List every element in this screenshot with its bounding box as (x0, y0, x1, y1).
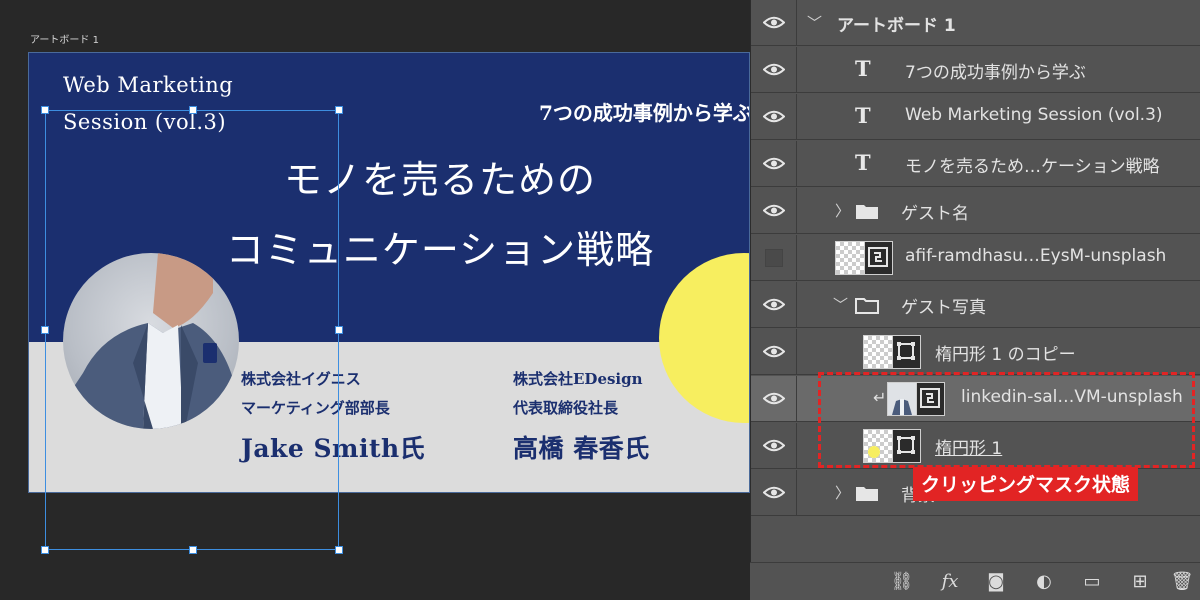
layer-thumbnail (863, 335, 921, 369)
clipping-mask-highlight (818, 372, 1195, 468)
new-group-icon[interactable]: ▭ (1080, 571, 1104, 593)
layers-panel: ﹀ アートボード 1 T 7つの成功事例から学ぶ T Web Marketing… (750, 0, 1200, 600)
visibility-toggle[interactable] (751, 329, 797, 375)
shape-layer-icon (892, 336, 920, 368)
chevron-down-icon[interactable]: ﹀ (833, 294, 848, 315)
eye-icon (763, 157, 785, 170)
layer-row-artboard[interactable]: ﹀ アートボード 1 (751, 0, 1200, 46)
visibility-toggle[interactable] (751, 141, 797, 187)
visibility-toggle[interactable] (751, 282, 797, 328)
layer-row-group-guest-name[interactable]: 〉 ゲスト名 (751, 188, 1200, 234)
layer-name: afif-ramdhasu…EysM-unsplash (905, 246, 1167, 266)
clipping-mask-label: クリッピングマスク状態 (913, 467, 1139, 501)
layer-row-text-tagline[interactable]: T 7つの成功事例から学ぶ (751, 47, 1200, 93)
artboard-label: アートボード 1 (30, 35, 99, 46)
trash-icon[interactable]: 🗑 (1170, 571, 1194, 593)
visibility-toggle[interactable] (751, 423, 797, 469)
guest-2-name: 高橋 春香氏 (513, 434, 650, 463)
layer-name: 楕円形 1 のコピー (935, 345, 1076, 365)
transform-handle-bottom-right[interactable] (335, 546, 343, 554)
visibility-off-box (765, 249, 783, 267)
layer-row-group-guest-photo[interactable]: ﹀ ゲスト写真 (751, 282, 1200, 328)
layer-thumbnail (835, 241, 893, 275)
layer-name: ゲスト写真 (901, 298, 986, 318)
visibility-toggle[interactable] (751, 470, 797, 516)
visibility-toggle[interactable] (751, 94, 797, 140)
guest-2-info: 株式会社EDesign 代表取締役社長 高橋 春香氏 (513, 365, 650, 465)
layer-row-ellipse-copy[interactable]: 楕円形 1 のコピー (751, 329, 1200, 375)
transform-handle-top-center[interactable] (189, 106, 197, 114)
layer-row-photo-afif[interactable]: afif-ramdhasu…EysM-unsplash (751, 235, 1200, 281)
smart-object-icon (864, 242, 892, 274)
layer-name: 7つの成功事例から学ぶ (905, 63, 1086, 83)
transform-handle-bottom-left[interactable] (41, 546, 49, 554)
visibility-toggle[interactable] (751, 376, 797, 422)
layer-row-text-main-title[interactable]: T モノを売るため…ケーション戦略 (751, 141, 1200, 187)
eye-icon (763, 204, 785, 217)
layer-name: Web Marketing Session (vol.3) (905, 105, 1163, 125)
transform-handle-middle-right[interactable] (335, 326, 343, 334)
transform-handle-bottom-center[interactable] (189, 546, 197, 554)
layer-name: モノを売るため…ケーション戦略 (905, 157, 1160, 177)
layer-name: ゲスト名 (901, 204, 969, 224)
text-layer-icon: T (855, 56, 871, 81)
folder-icon (856, 205, 878, 219)
eye-icon (763, 392, 785, 405)
eye-icon (763, 298, 785, 311)
new-layer-icon[interactable]: ⊞ (1128, 571, 1152, 593)
folder-icon (856, 487, 878, 501)
eye-icon (763, 439, 785, 452)
layer-row-text-series[interactable]: T Web Marketing Session (vol.3) (751, 94, 1200, 140)
eye-icon (763, 63, 785, 76)
chevron-right-icon[interactable]: 〉 (835, 482, 850, 503)
text-layer-icon: T (855, 150, 871, 175)
text-layer-icon: T (855, 103, 871, 128)
chevron-down-icon[interactable]: ﹀ (807, 12, 822, 33)
layers-panel-footer: ⛓ fx ◙ ◐ ▭ ⊞ 🗑 (750, 562, 1200, 600)
eye-icon (763, 16, 785, 29)
transform-handle-middle-left[interactable] (41, 326, 49, 334)
chevron-right-icon[interactable]: 〉 (835, 200, 850, 221)
tagline: 7つの成功事例から学ぶ (539, 101, 750, 125)
visibility-toggle[interactable] (751, 235, 797, 281)
transform-bounding-box[interactable] (41, 106, 343, 554)
guest-2-company: 株式会社EDesign (513, 370, 643, 388)
mask-icon[interactable]: ◙ (984, 571, 1008, 593)
link-icon[interactable]: ⛓ (890, 571, 914, 593)
transform-handle-top-right[interactable] (335, 106, 343, 114)
visibility-toggle[interactable] (751, 0, 797, 46)
adjustment-icon[interactable]: ◐ (1032, 571, 1056, 593)
visibility-toggle[interactable] (751, 188, 797, 234)
visibility-toggle[interactable] (751, 47, 797, 93)
eye-icon (763, 486, 785, 499)
layer-name: アートボード 1 (837, 16, 956, 36)
folder-open-icon (855, 298, 879, 314)
fx-icon[interactable]: fx (938, 571, 962, 593)
transform-handle-top-left[interactable] (41, 106, 49, 114)
eye-icon (763, 345, 785, 358)
guest-2-role: 代表取締役社長 (513, 399, 619, 417)
eye-icon (763, 110, 785, 123)
